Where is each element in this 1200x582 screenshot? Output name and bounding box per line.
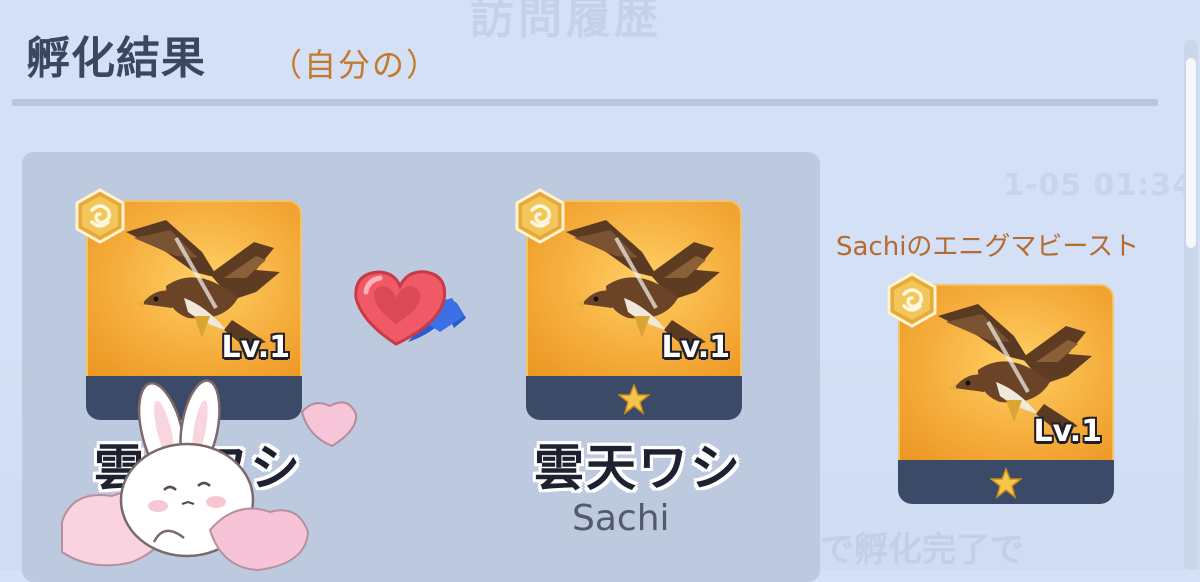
star-icon bbox=[618, 383, 650, 415]
background-ghost-timestamp: 1-05 01:34 bbox=[1002, 168, 1194, 203]
page-subtitle: （自分の） bbox=[270, 46, 441, 84]
heart-link-icon bbox=[354, 270, 466, 346]
level-label: Lv.1 bbox=[221, 330, 291, 365]
parent-owner-right: Sachi bbox=[572, 498, 670, 539]
background-ghost-text-bottom: で孵化完了で bbox=[820, 530, 1024, 570]
result-label: Sachiのエニグマビースト bbox=[836, 232, 1140, 262]
level-label: Lv.1 bbox=[1033, 414, 1103, 449]
level-label: Lv.1 bbox=[661, 330, 731, 365]
parent-name-right: 雲天ワシ bbox=[534, 439, 742, 497]
scrollbar-thumb[interactable] bbox=[1186, 58, 1196, 248]
scrollbar[interactable] bbox=[1184, 40, 1198, 570]
element-badge-icon bbox=[512, 188, 568, 244]
parent-card-right[interactable]: Lv.1 bbox=[526, 200, 742, 420]
star-icon bbox=[990, 467, 1022, 499]
page-title: 孵化結果 bbox=[26, 33, 206, 84]
result-card[interactable]: Lv.1 bbox=[898, 284, 1114, 504]
background-ghost-text: 訪問履歴 bbox=[470, 0, 662, 44]
title-divider bbox=[12, 99, 1158, 106]
bunny-hug-sticker bbox=[61, 379, 358, 572]
element-badge-icon bbox=[72, 188, 128, 244]
element-badge-icon bbox=[884, 272, 940, 328]
